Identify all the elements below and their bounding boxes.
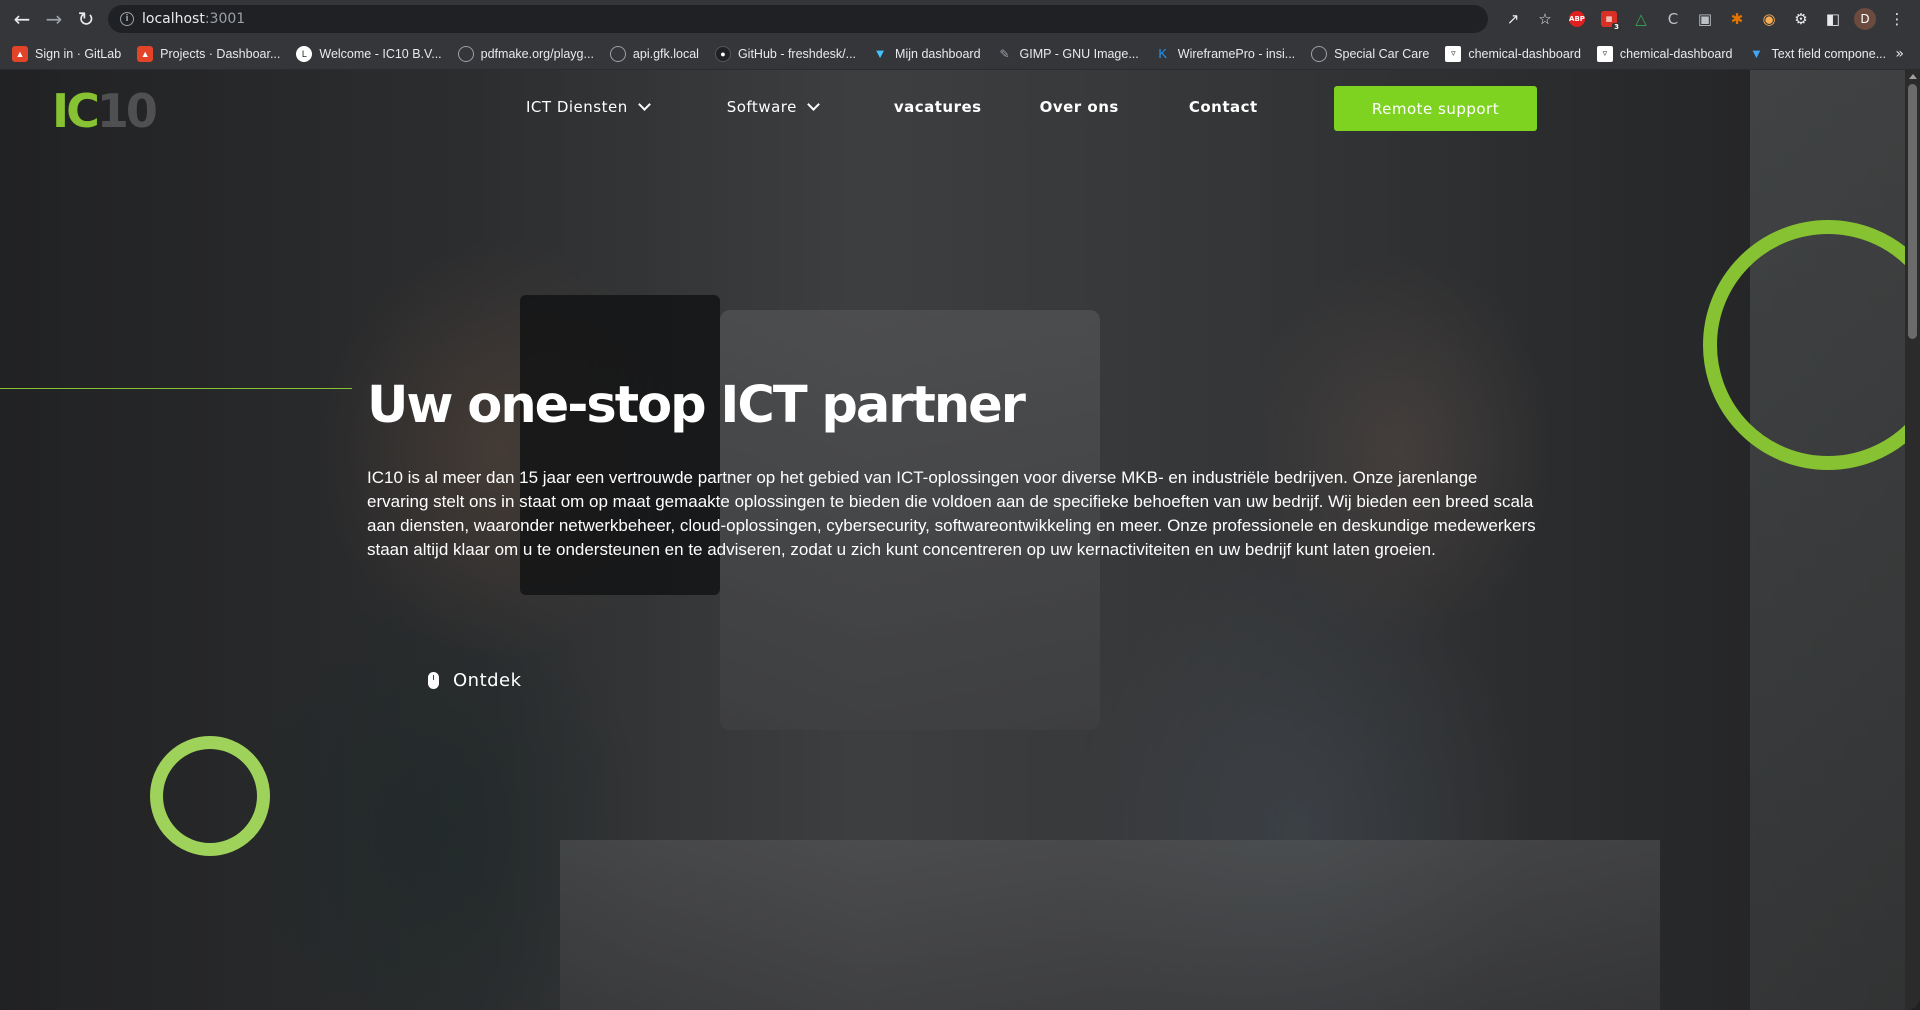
nav-label: Software bbox=[726, 98, 797, 116]
nav-label: ICT Diensten bbox=[526, 98, 628, 116]
bookmark-label: chemical-dashboard bbox=[1468, 46, 1581, 61]
mouse-icon bbox=[428, 672, 439, 689]
bookmarks-bar: ▲ Sign in · GitLab ▲ Projects · Dashboar..… bbox=[0, 38, 1920, 70]
browser-toolbar: ← → ↻ i localhost:3001 ↗ ☆ ABP ▦ 3 △ C ▣ … bbox=[0, 0, 1920, 38]
nav-label: Over ons bbox=[1039, 98, 1119, 116]
ic10-logo[interactable]: IC10 bbox=[52, 88, 158, 134]
vuetify-icon: ▼ bbox=[1750, 46, 1763, 61]
vuetify-icon: ▼ bbox=[873, 46, 887, 61]
bookmark-item[interactable]: api.gfk.local bbox=[609, 45, 699, 62]
page-viewport: IC10 ICT Diensten Software vacatures Ove… bbox=[0, 70, 1920, 1010]
github-icon: ● bbox=[714, 45, 731, 62]
site-info-icon[interactable]: i bbox=[120, 12, 134, 26]
page-scrollbar[interactable] bbox=[1905, 70, 1920, 1010]
globe-icon bbox=[1311, 45, 1328, 62]
nav-over-ons[interactable]: Over ons bbox=[1040, 98, 1119, 116]
nav-label: vacatures bbox=[893, 98, 982, 116]
gitlab-icon: ▲ bbox=[137, 45, 154, 62]
bookmark-item[interactable]: L Welcome - IC10 B.V... bbox=[296, 45, 442, 62]
css-extension-icon[interactable]: C bbox=[1660, 6, 1686, 32]
hero-description: IC10 is al meer dan 15 jaar een vertrouw… bbox=[367, 468, 1536, 559]
accent-line bbox=[0, 388, 352, 389]
url-host: localhost bbox=[142, 11, 205, 27]
bookmark-label: GitHub - freshdesk/... bbox=[737, 46, 857, 61]
globe-icon bbox=[609, 45, 626, 62]
bookmark-item[interactable]: ▼ Text field compone... bbox=[1748, 46, 1886, 62]
nav-label: Contact bbox=[1188, 98, 1258, 116]
site-header: IC10 ICT Diensten Software vacatures Ove… bbox=[0, 70, 1920, 150]
browser-actions: ↗ ☆ ABP ▦ 3 △ C ▣ ✱ ◉ ⚙ ◧ D ⋮ bbox=[1500, 0, 1910, 38]
discover-label: Ontdek bbox=[453, 670, 522, 691]
side-panel-icon[interactable]: ◧ bbox=[1820, 6, 1846, 32]
drive-extension-icon[interactable]: △ bbox=[1628, 6, 1654, 32]
bookmark-item[interactable]: ▲ Sign in · GitLab bbox=[12, 45, 122, 62]
back-button[interactable]: ← bbox=[6, 0, 38, 38]
nav-vacatures[interactable]: vacatures bbox=[894, 98, 982, 116]
adblock-extension-icon[interactable]: ABP bbox=[1564, 6, 1590, 32]
nav-software[interactable]: Software bbox=[726, 98, 820, 116]
bookmark-item[interactable]: ▼ Mijn dashboard bbox=[872, 46, 981, 62]
bookmark-item[interactable]: K WireframePro - insi... bbox=[1155, 46, 1295, 62]
logo-secondary: 10 bbox=[96, 84, 158, 138]
address-bar[interactable]: i localhost:3001 bbox=[108, 5, 1488, 33]
gimp-icon: ✎ bbox=[999, 46, 1010, 61]
decorative-ring-small bbox=[150, 736, 270, 856]
logo-primary: IC bbox=[52, 84, 100, 138]
main-nav: ICT Diensten Software vacatures Over ons… bbox=[526, 98, 1258, 116]
bookmark-label: Sign in · GitLab bbox=[35, 46, 122, 61]
bookmark-item[interactable]: ● GitHub - freshdesk/... bbox=[714, 45, 857, 62]
chevron-down-icon bbox=[637, 98, 651, 111]
nav-contact[interactable]: Contact bbox=[1189, 98, 1258, 116]
extension-badge: 3 bbox=[1612, 23, 1621, 31]
hero-title: Uw one-stop ICT partner bbox=[367, 376, 1026, 435]
bookmark-label: Welcome - IC10 B.V... bbox=[319, 46, 442, 61]
bookmark-item[interactable]: Special Car Care bbox=[1311, 45, 1430, 62]
ic10-favicon-icon: L bbox=[296, 45, 313, 62]
chrome-menu-icon[interactable]: ⋮ bbox=[1884, 6, 1910, 32]
calendar-extension-icon[interactable]: ▦ 3 bbox=[1596, 6, 1622, 32]
reload-button[interactable]: ↻ bbox=[70, 0, 102, 38]
more-bookmarks-icon[interactable]: » bbox=[1895, 38, 1904, 70]
bookmark-label: Special Car Care bbox=[1334, 46, 1430, 61]
bookmark-label: Mijn dashboard bbox=[895, 46, 981, 61]
remote-support-button[interactable]: Remote support bbox=[1334, 86, 1537, 131]
profile-avatar[interactable]: D bbox=[1852, 6, 1878, 32]
bookmark-label: GIMP - GNU Image... bbox=[1019, 46, 1139, 61]
forward-button[interactable]: → bbox=[38, 0, 70, 38]
bookmark-label: WireframePro - insi... bbox=[1177, 46, 1296, 61]
chemical-dashboard-icon: ▿ bbox=[1596, 45, 1613, 62]
bookmark-item[interactable]: ▲ Projects · Dashboar... bbox=[137, 45, 281, 62]
bookmark-label: Projects · Dashboar... bbox=[160, 46, 281, 61]
discover-button[interactable]: Ontdek bbox=[428, 670, 522, 691]
puzzle-extensions-icon[interactable]: ⚙ bbox=[1788, 6, 1814, 32]
nav-ict-diensten[interactable]: ICT Diensten bbox=[526, 98, 651, 116]
scroll-up-arrow-icon[interactable] bbox=[1909, 74, 1917, 79]
bookmark-star-icon[interactable]: ☆ bbox=[1532, 6, 1558, 32]
bookmark-item[interactable]: pdfmake.org/playg... bbox=[457, 45, 594, 62]
scrollbar-thumb[interactable] bbox=[1908, 84, 1917, 339]
flask-extension-icon[interactable]: ◉ bbox=[1756, 6, 1782, 32]
bookmark-label: chemical-dashboard bbox=[1619, 46, 1733, 61]
bookmark-label: pdfmake.org/playg... bbox=[480, 46, 594, 61]
url-port: :3001 bbox=[204, 11, 246, 27]
window-extension-icon[interactable]: ▣ bbox=[1692, 6, 1718, 32]
bookmark-label: api.gfk.local bbox=[632, 46, 699, 61]
bug-extension-icon[interactable]: ✱ bbox=[1724, 6, 1750, 32]
chemical-dashboard-icon: ▿ bbox=[1445, 45, 1462, 62]
share-icon[interactable]: ↗ bbox=[1500, 6, 1526, 32]
bookmark-item[interactable]: ▿ chemical-dashboard bbox=[1445, 45, 1581, 62]
globe-icon bbox=[457, 45, 474, 62]
bookmark-label: Text field compone... bbox=[1771, 46, 1887, 61]
bookmark-item[interactable]: ✎ GIMP - GNU Image... bbox=[997, 46, 1139, 62]
profile-initial: D bbox=[1854, 8, 1876, 30]
chevron-down-icon bbox=[806, 98, 820, 111]
bookmark-item[interactable]: ▿ chemical-dashboard bbox=[1596, 45, 1733, 62]
wireframepro-icon: K bbox=[1158, 46, 1168, 61]
gitlab-icon: ▲ bbox=[12, 45, 28, 62]
